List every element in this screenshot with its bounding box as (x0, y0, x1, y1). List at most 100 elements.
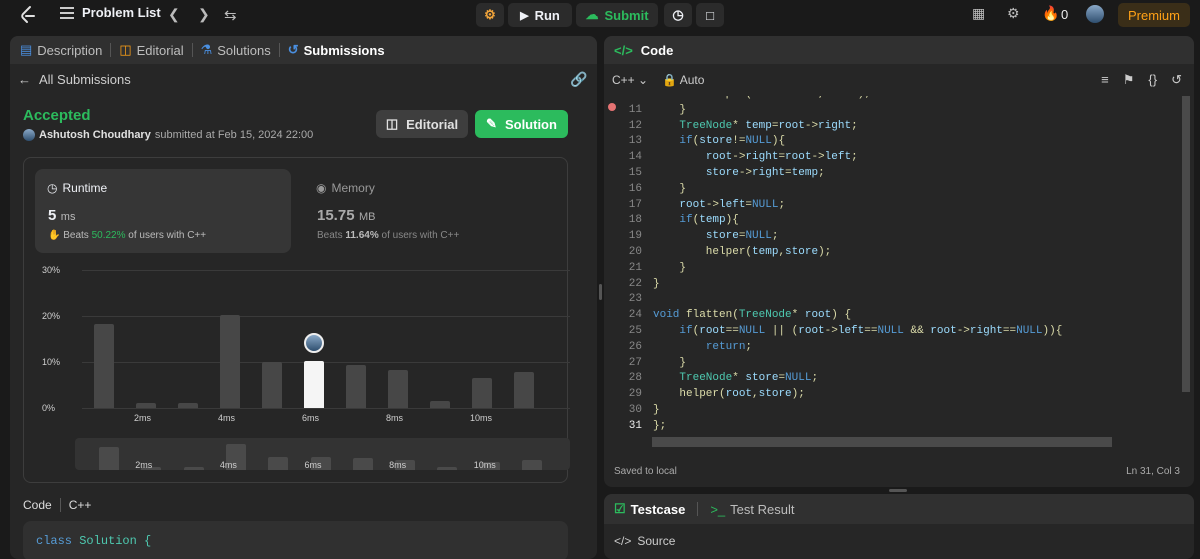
shuffle-icon[interactable]: ⇆ (224, 6, 237, 24)
runtime-bar[interactable] (262, 362, 282, 408)
all-submissions-link[interactable]: ← All Submissions (18, 72, 131, 87)
tab-description[interactable]: ▤ Description (20, 42, 102, 58)
description-icon: ▤ (20, 42, 33, 57)
code-line[interactable]: helper(root->left,store); (653, 96, 871, 100)
panel-resize-handle[interactable] (599, 284, 602, 300)
tab-solutions-label: Solutions (217, 42, 271, 58)
line-number: 15 (628, 167, 642, 179)
code-line[interactable]: if(temp){ (653, 214, 738, 226)
vertical-resize-handle[interactable] (889, 489, 907, 492)
next-problem-chevron-right-icon[interactable]: ❯ (198, 6, 210, 23)
language-select[interactable]: C++ ⌄ (612, 73, 648, 87)
mini-bar (183, 467, 204, 470)
code-line[interactable]: } (653, 183, 686, 195)
y-tick-label: 20% (42, 311, 61, 321)
debug-icon[interactable]: ⚙ (476, 3, 504, 27)
auto-mode[interactable]: 🔒 Auto (662, 73, 704, 87)
code-rest: Solution { (72, 534, 152, 548)
run-label: Run (534, 7, 560, 23)
prev-problem-chevron-left-icon[interactable]: ❮ (168, 6, 180, 23)
tab-submissions[interactable]: ↺ Submissions (288, 42, 385, 58)
line-number: 14 (628, 151, 642, 164)
code-line[interactable]: } (653, 357, 686, 369)
runtime-range-slider[interactable]: 2ms 4ms 6ms 8ms 10ms (75, 438, 570, 470)
premium-button[interactable]: Premium (1118, 3, 1190, 27)
runtime-bar[interactable] (304, 361, 324, 408)
code-line[interactable]: void flatten(TreeNode* root) { (653, 309, 851, 321)
braces-icon[interactable]: {} (1148, 72, 1157, 88)
tab-test-result[interactable]: >_ Test Result (710, 502, 794, 517)
code-line[interactable]: } (653, 278, 660, 290)
tab-solutions[interactable]: ⚗ Solutions (201, 42, 271, 58)
code-line[interactable]: if(root==NULL || (root->left==NULL && ro… (653, 325, 1062, 337)
runtime-bar[interactable] (472, 378, 492, 408)
editorial-button[interactable]: ◫ Editorial (376, 110, 468, 138)
submitted-code-box: class Solution { (23, 521, 568, 559)
tab-editorial[interactable]: ◫ Editorial (119, 42, 183, 58)
runtime-bar[interactable] (136, 403, 156, 408)
mini-x-tick-label: 2ms (135, 460, 153, 470)
code-line[interactable]: } (653, 104, 686, 116)
layout-grid-icon[interactable]: ▦ (972, 5, 985, 22)
streak-fire-icon[interactable]: 🔥 (1042, 5, 1059, 22)
submit-button[interactable]: ☁ Submit (576, 3, 658, 27)
vertical-scrollbar[interactable] (1182, 96, 1190, 392)
mini-x-tick-label: 8ms (389, 460, 407, 470)
notes-icon[interactable]: □ (696, 3, 724, 27)
line-number: 16 (628, 182, 642, 195)
book-icon: ◫ (385, 116, 399, 131)
bookmark-icon[interactable]: ⚑ (1123, 72, 1135, 88)
code-editor[interactable]: 10 helper(root->left,store);11 }12 TreeN… (604, 96, 1184, 436)
code-line[interactable]: } (653, 262, 686, 274)
code-line[interactable]: return; (653, 341, 752, 353)
problem-list-link[interactable]: Problem List (60, 5, 161, 20)
format-icon[interactable]: ≡ (1101, 72, 1109, 88)
code-line[interactable]: TreeNode* store=NULL; (653, 372, 818, 384)
code-line[interactable]: root->right=root->left; (653, 151, 858, 163)
list-icon (60, 6, 74, 19)
runtime-number: 5 (48, 207, 57, 224)
line-number: 25 (628, 325, 642, 337)
horizontal-scrollbar[interactable] (652, 437, 1112, 447)
runtime-header: ◷ Runtime (47, 181, 107, 195)
run-button[interactable]: ▶ Run (508, 3, 572, 27)
submitted-time: submitted at Feb 15, 2024 22:00 (154, 129, 314, 141)
runtime-stat[interactable]: ◷ Runtime 5 ms ✋ Beats 50.22% of users wi… (35, 169, 291, 253)
line-number: 17 (628, 198, 642, 211)
code-language: C++ (68, 498, 92, 512)
chevron-down-icon: ⌄ (638, 73, 649, 87)
author-name[interactable]: Ashutosh Choudhary (39, 129, 151, 141)
solution-button[interactable]: ✎ Solution (475, 110, 568, 138)
breakpoint-dot[interactable] (608, 103, 616, 111)
memory-stat[interactable]: ◉ Memory 15.75 MB Beats 11.64% of users w… (304, 169, 554, 253)
runtime-bar[interactable] (346, 365, 366, 408)
code-line[interactable]: if(store!=NULL){ (653, 135, 785, 147)
x-tick-label: 6ms (302, 413, 320, 423)
code-line[interactable]: helper(temp,store); (653, 246, 831, 258)
code-line[interactable]: root->left=NULL; (653, 199, 785, 211)
avatar[interactable] (1086, 5, 1104, 23)
editorial-button-label: Editorial (406, 116, 459, 132)
source-toggle[interactable]: </> Source (614, 534, 675, 548)
code-line[interactable]: TreeNode* temp=root->right; (653, 120, 857, 132)
code-line[interactable]: store=NULL; (653, 230, 779, 242)
tab-testcase[interactable]: ☑ Testcase (614, 501, 685, 517)
code-line[interactable]: helper(root,store); (653, 388, 804, 400)
settings-gear-icon[interactable]: ⚙ (1007, 5, 1020, 22)
testcase-panel: ☑ Testcase >_ Test Result </> Source (604, 494, 1194, 559)
timer-icon[interactable]: ◷ (664, 3, 692, 27)
runtime-bar[interactable] (220, 314, 240, 408)
runtime-bar[interactable] (178, 403, 198, 408)
runtime-bar[interactable] (514, 372, 534, 408)
leetcode-logo-icon[interactable] (18, 5, 38, 25)
runtime-bar[interactable] (430, 401, 450, 408)
cloud-upload-icon: ☁ (585, 7, 599, 22)
runtime-bar[interactable] (388, 370, 408, 408)
code-line[interactable]: store->right=temp; (653, 167, 825, 179)
runtime-bar[interactable] (94, 324, 114, 408)
reset-icon[interactable]: ↺ (1171, 72, 1182, 88)
code-line[interactable]: } (653, 404, 660, 416)
code-line[interactable]: }; (653, 420, 666, 432)
link-icon[interactable]: 🔗 (570, 71, 587, 88)
submit-label: Submit (604, 7, 649, 23)
